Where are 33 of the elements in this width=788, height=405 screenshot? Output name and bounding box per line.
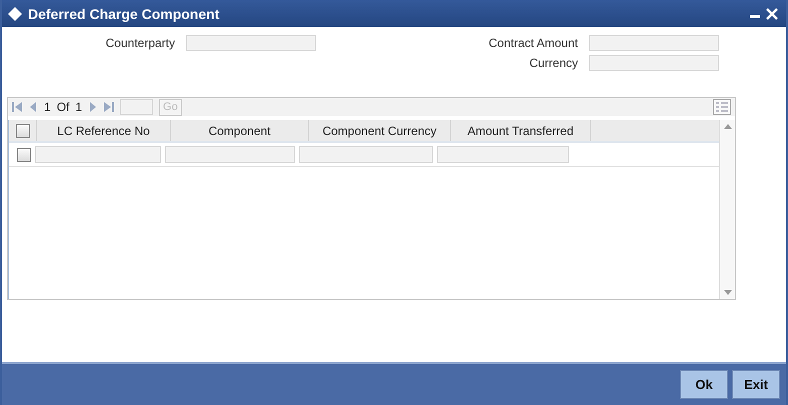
column-header[interactable]: LC Reference No — [37, 120, 171, 141]
page-input[interactable] — [120, 99, 154, 115]
ok-button[interactable]: Ok — [680, 370, 728, 399]
window-title: Deferred Charge Component — [28, 6, 220, 22]
list-view-icon[interactable] — [713, 99, 731, 115]
next-page-icon[interactable] — [88, 102, 98, 112]
input-field[interactable] — [589, 35, 719, 51]
row-checkbox[interactable] — [17, 148, 31, 162]
field-label: Contract Amount — [488, 36, 578, 50]
column-header[interactable]: Amount Transferred — [451, 120, 591, 141]
input-field[interactable] — [186, 35, 316, 51]
last-page-icon[interactable] — [104, 102, 114, 112]
page-of-label: Of — [56, 100, 70, 114]
scrollbar[interactable] — [719, 120, 735, 299]
scroll-up-icon[interactable] — [724, 124, 732, 129]
input-field[interactable] — [589, 55, 719, 71]
table-cell-field[interactable] — [299, 146, 433, 163]
exit-button[interactable]: Exit — [732, 370, 780, 399]
first-page-icon[interactable] — [12, 102, 22, 112]
page-number: 1 — [44, 100, 51, 114]
scroll-down-icon[interactable] — [724, 290, 732, 295]
table-cell-field[interactable] — [165, 146, 295, 163]
column-header[interactable]: Component — [171, 120, 309, 141]
column-header[interactable]: Component Currency — [309, 120, 451, 141]
field-label: Counterparty — [104, 36, 175, 50]
close-icon[interactable] — [766, 8, 778, 20]
previous-page-icon[interactable] — [28, 102, 38, 112]
diamond-icon — [8, 6, 22, 20]
select-all-checkbox[interactable] — [16, 124, 30, 138]
page-total: 1 — [75, 100, 82, 114]
table-cell-field[interactable] — [35, 146, 161, 163]
table-cell-field[interactable] — [437, 146, 569, 163]
field-label: Currency — [528, 56, 578, 70]
